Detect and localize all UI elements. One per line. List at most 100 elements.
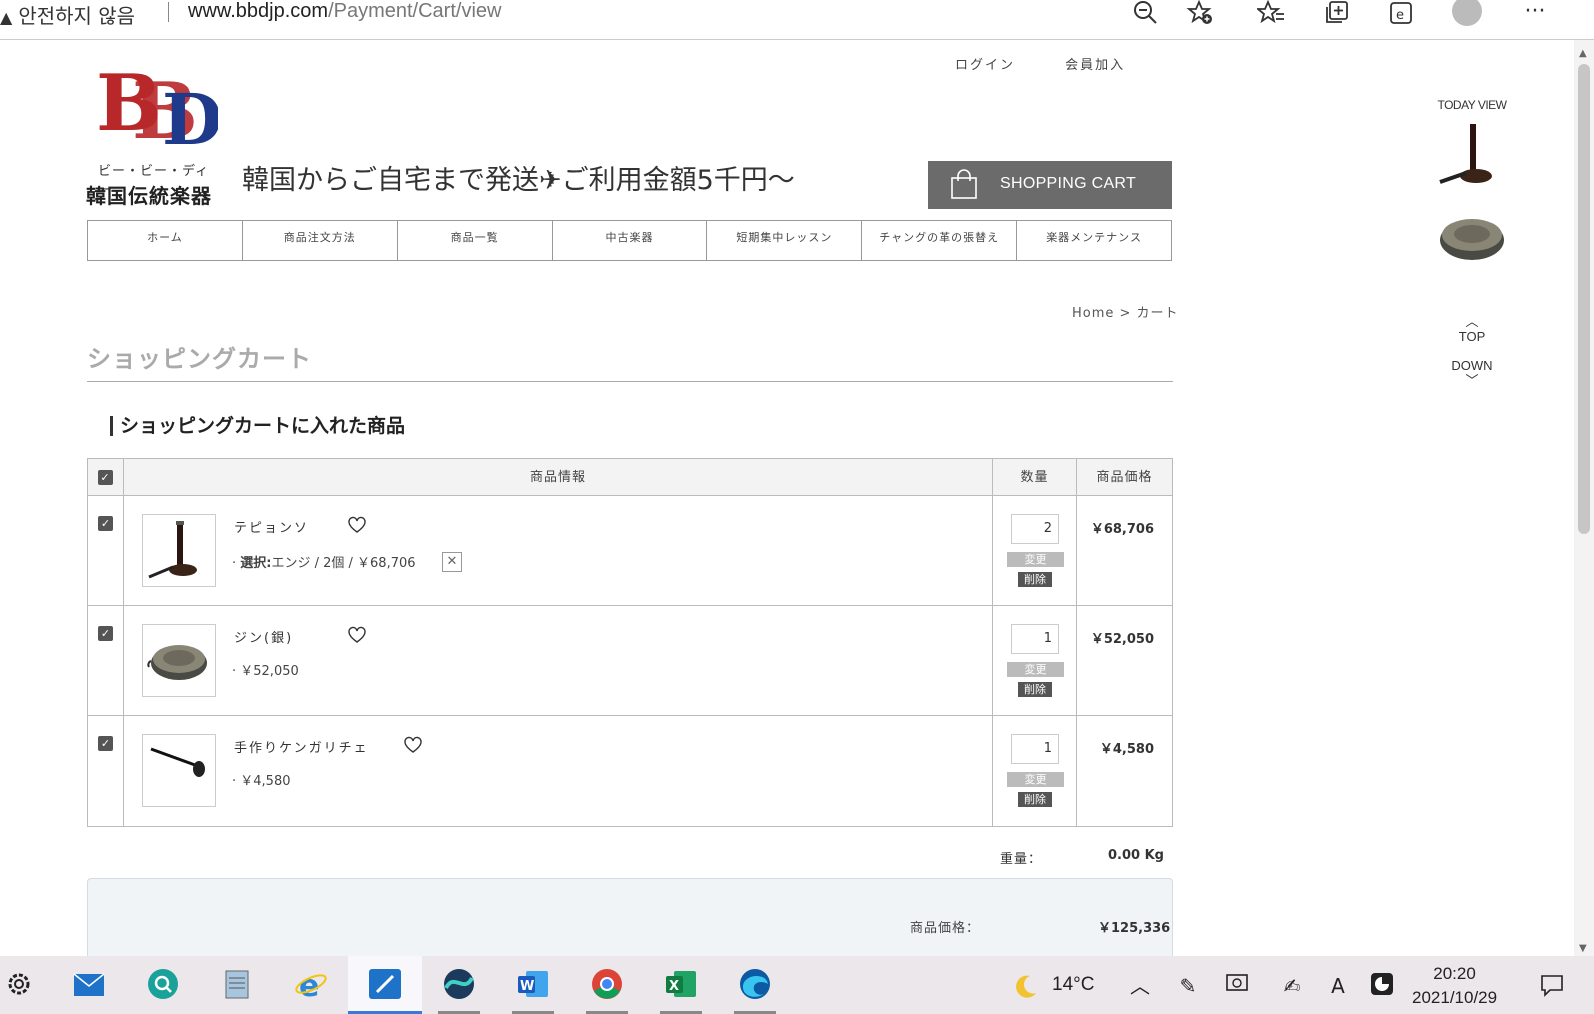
zoom-out-icon[interactable] bbox=[1130, 0, 1160, 28]
product-name[interactable]: ジン(銀) bbox=[234, 627, 293, 646]
svg-text:W: W bbox=[520, 979, 534, 994]
scroll-top-button[interactable]: TOP bbox=[1430, 329, 1514, 344]
svg-text:X: X bbox=[669, 979, 679, 994]
wishlist-heart-icon[interactable] bbox=[348, 516, 366, 534]
taskbar-mail[interactable] bbox=[52, 956, 126, 1014]
input-method-icon[interactable]: A bbox=[1324, 972, 1352, 1000]
taskbar-word[interactable]: W bbox=[496, 956, 570, 1014]
row-checkbox-cell: ✓ bbox=[88, 606, 124, 715]
product-thumbnail[interactable] bbox=[142, 734, 216, 807]
quantity-input[interactable]: 1 bbox=[1011, 624, 1059, 654]
add-favorite-icon[interactable] bbox=[1185, 0, 1215, 28]
taskbar-app-wave[interactable] bbox=[422, 956, 496, 1014]
scrollbar-thumb[interactable] bbox=[1578, 64, 1590, 534]
product-thumbnail[interactable] bbox=[142, 624, 216, 697]
wishlist-heart-icon[interactable] bbox=[348, 626, 366, 644]
product-option: · ￥52,050 bbox=[232, 664, 299, 679]
select-all-checkbox[interactable]: ✓ bbox=[98, 470, 113, 485]
svg-text:e: e bbox=[1396, 8, 1404, 23]
taepyeongso-image bbox=[148, 521, 197, 579]
page-scrollbar[interactable]: ▲ ▼ bbox=[1574, 40, 1594, 956]
delete-item-button[interactable]: 削除 bbox=[1018, 682, 1052, 697]
delete-item-button[interactable]: 削除 bbox=[1018, 572, 1052, 587]
login-link[interactable]: ログイン bbox=[955, 58, 1015, 73]
profile-avatar[interactable] bbox=[1452, 0, 1482, 26]
breadcrumb[interactable]: Home > カート bbox=[1072, 302, 1179, 321]
change-qty-button[interactable]: 変更 bbox=[1007, 552, 1064, 567]
more-menu-icon[interactable]: ··· bbox=[1520, 0, 1550, 28]
chevron-up-icon[interactable]: ︿ bbox=[1430, 314, 1514, 329]
product-thumbnail[interactable] bbox=[142, 514, 216, 587]
table-row: ✓ テピョンソ · 選択:エンジ / 2個 / ￥68,706 ✕ 2 変更 削… bbox=[88, 496, 1172, 606]
taskbar-settings[interactable] bbox=[0, 956, 56, 1014]
change-qty-button[interactable]: 変更 bbox=[1007, 772, 1064, 787]
ie-mode-icon[interactable]: e bbox=[1386, 0, 1416, 28]
shopping-cart-button[interactable]: SHOPPING CART bbox=[928, 161, 1172, 209]
display-icon[interactable] bbox=[1224, 972, 1252, 1000]
change-qty-button[interactable]: 変更 bbox=[1007, 662, 1064, 677]
taskbar-clock[interactable]: 20:20 2021/10/29 bbox=[1412, 962, 1497, 1010]
recent-item-jing[interactable] bbox=[1436, 200, 1508, 272]
nav-item-home[interactable]: ホーム bbox=[88, 221, 243, 260]
excel-icon: X bbox=[666, 971, 696, 997]
scroll-up-arrow-icon[interactable]: ▲ bbox=[1579, 48, 1587, 59]
search-app-icon bbox=[148, 969, 178, 999]
weather-moon-icon[interactable] bbox=[1012, 972, 1040, 1000]
row-price-cell: ￥52,050 bbox=[1077, 606, 1172, 715]
notifications-icon[interactable] bbox=[1538, 972, 1566, 1000]
taskbar-search-app[interactable] bbox=[126, 956, 200, 1014]
nav-item-products[interactable]: 商品一覧 bbox=[398, 221, 553, 260]
taskbar-excel[interactable]: X bbox=[644, 956, 718, 1014]
scroll-down-arrow-icon[interactable]: ▼ bbox=[1579, 943, 1587, 954]
security-warning[interactable]: ▲ 안전하지 않음 bbox=[0, 0, 135, 29]
weather-temp[interactable]: 14°C bbox=[1052, 974, 1094, 996]
url-host: www.bbdjp.com bbox=[188, 0, 329, 22]
kkwaenggwari-stick-image bbox=[150, 747, 205, 777]
wishlist-heart-icon[interactable] bbox=[404, 736, 422, 754]
product-option: · 選択:エンジ / 2個 / ￥68,706 bbox=[232, 556, 416, 571]
remove-option-button[interactable]: ✕ bbox=[442, 552, 462, 572]
warning-icon: ▲ bbox=[0, 8, 13, 27]
signup-link[interactable]: 会員加入 bbox=[1065, 58, 1125, 73]
nav-item-janggu-repair[interactable]: チャングの革の張替え bbox=[862, 221, 1018, 260]
mail-icon bbox=[73, 973, 105, 996]
product-name[interactable]: 手作りケンガリチェ bbox=[234, 737, 369, 756]
quantity-input[interactable]: 2 bbox=[1011, 514, 1059, 544]
taskbar-notepad[interactable] bbox=[200, 956, 274, 1014]
taskbar-internet-explorer[interactable]: e bbox=[274, 956, 348, 1014]
nav-item-order-guide[interactable]: 商品注文方法 bbox=[243, 221, 398, 260]
quantity-input[interactable]: 1 bbox=[1011, 734, 1059, 764]
handwriting-icon[interactable]: ✍ bbox=[1278, 972, 1306, 1000]
address-bar[interactable]: www.bbdjp.com/Payment/Cart/view bbox=[188, 0, 501, 23]
edge-icon bbox=[740, 969, 770, 999]
taskbar-snip-sketch[interactable] bbox=[348, 956, 422, 1014]
header-qty: 数量 bbox=[993, 459, 1077, 495]
nav-item-used[interactable]: 中古楽器 bbox=[553, 221, 708, 260]
header-info: 商品情報 bbox=[124, 459, 993, 495]
taskbar-chrome[interactable] bbox=[570, 956, 644, 1014]
row-checkbox[interactable]: ✓ bbox=[98, 626, 113, 641]
row-qty-cell: 1 変更 削除 bbox=[993, 716, 1077, 826]
product-name[interactable]: テピョンソ bbox=[234, 517, 309, 536]
row-info-cell: 手作りケンガリチェ · ￥4,580 bbox=[124, 716, 993, 826]
favorites-icon[interactable] bbox=[1255, 0, 1286, 28]
recent-item-taepyeongso[interactable] bbox=[1436, 120, 1508, 192]
row-checkbox[interactable]: ✓ bbox=[98, 736, 113, 751]
pen-icon[interactable]: ✎ bbox=[1174, 972, 1202, 1000]
web-page: B B D ビー・ビー・ディー 韓国伝統楽器 ログイン 会員加入 韓国からご自宅… bbox=[0, 40, 1574, 956]
nav-item-lessons[interactable]: 短期集中レッスン bbox=[707, 221, 863, 260]
taskbar-edge[interactable] bbox=[718, 956, 792, 1014]
logo-name: 韓国伝統楽器 bbox=[86, 184, 212, 208]
site-logo[interactable]: B B D ビー・ビー・ディー 韓国伝統楽器 bbox=[86, 52, 222, 212]
ime-mode-icon[interactable] bbox=[1368, 972, 1396, 1000]
row-checkbox[interactable]: ✓ bbox=[98, 516, 113, 531]
nav-item-maintenance[interactable]: 楽器メンテナンス bbox=[1017, 221, 1171, 260]
collections-icon[interactable] bbox=[1322, 0, 1352, 28]
delete-item-button[interactable]: 削除 bbox=[1018, 792, 1052, 807]
product-option: · ￥4,580 bbox=[232, 774, 291, 789]
scroll-down-button[interactable]: DOWN bbox=[1430, 358, 1514, 373]
main-nav: ホーム 商品注文方法 商品一覧 中古楽器 短期集中レッスン チャングの革の張替え… bbox=[87, 220, 1172, 261]
chevron-down-icon[interactable]: ﹀ bbox=[1430, 373, 1514, 388]
chevron-up-tray-icon[interactable]: ︿ bbox=[1126, 972, 1154, 1000]
header-checkbox-cell: ✓ bbox=[88, 459, 124, 495]
